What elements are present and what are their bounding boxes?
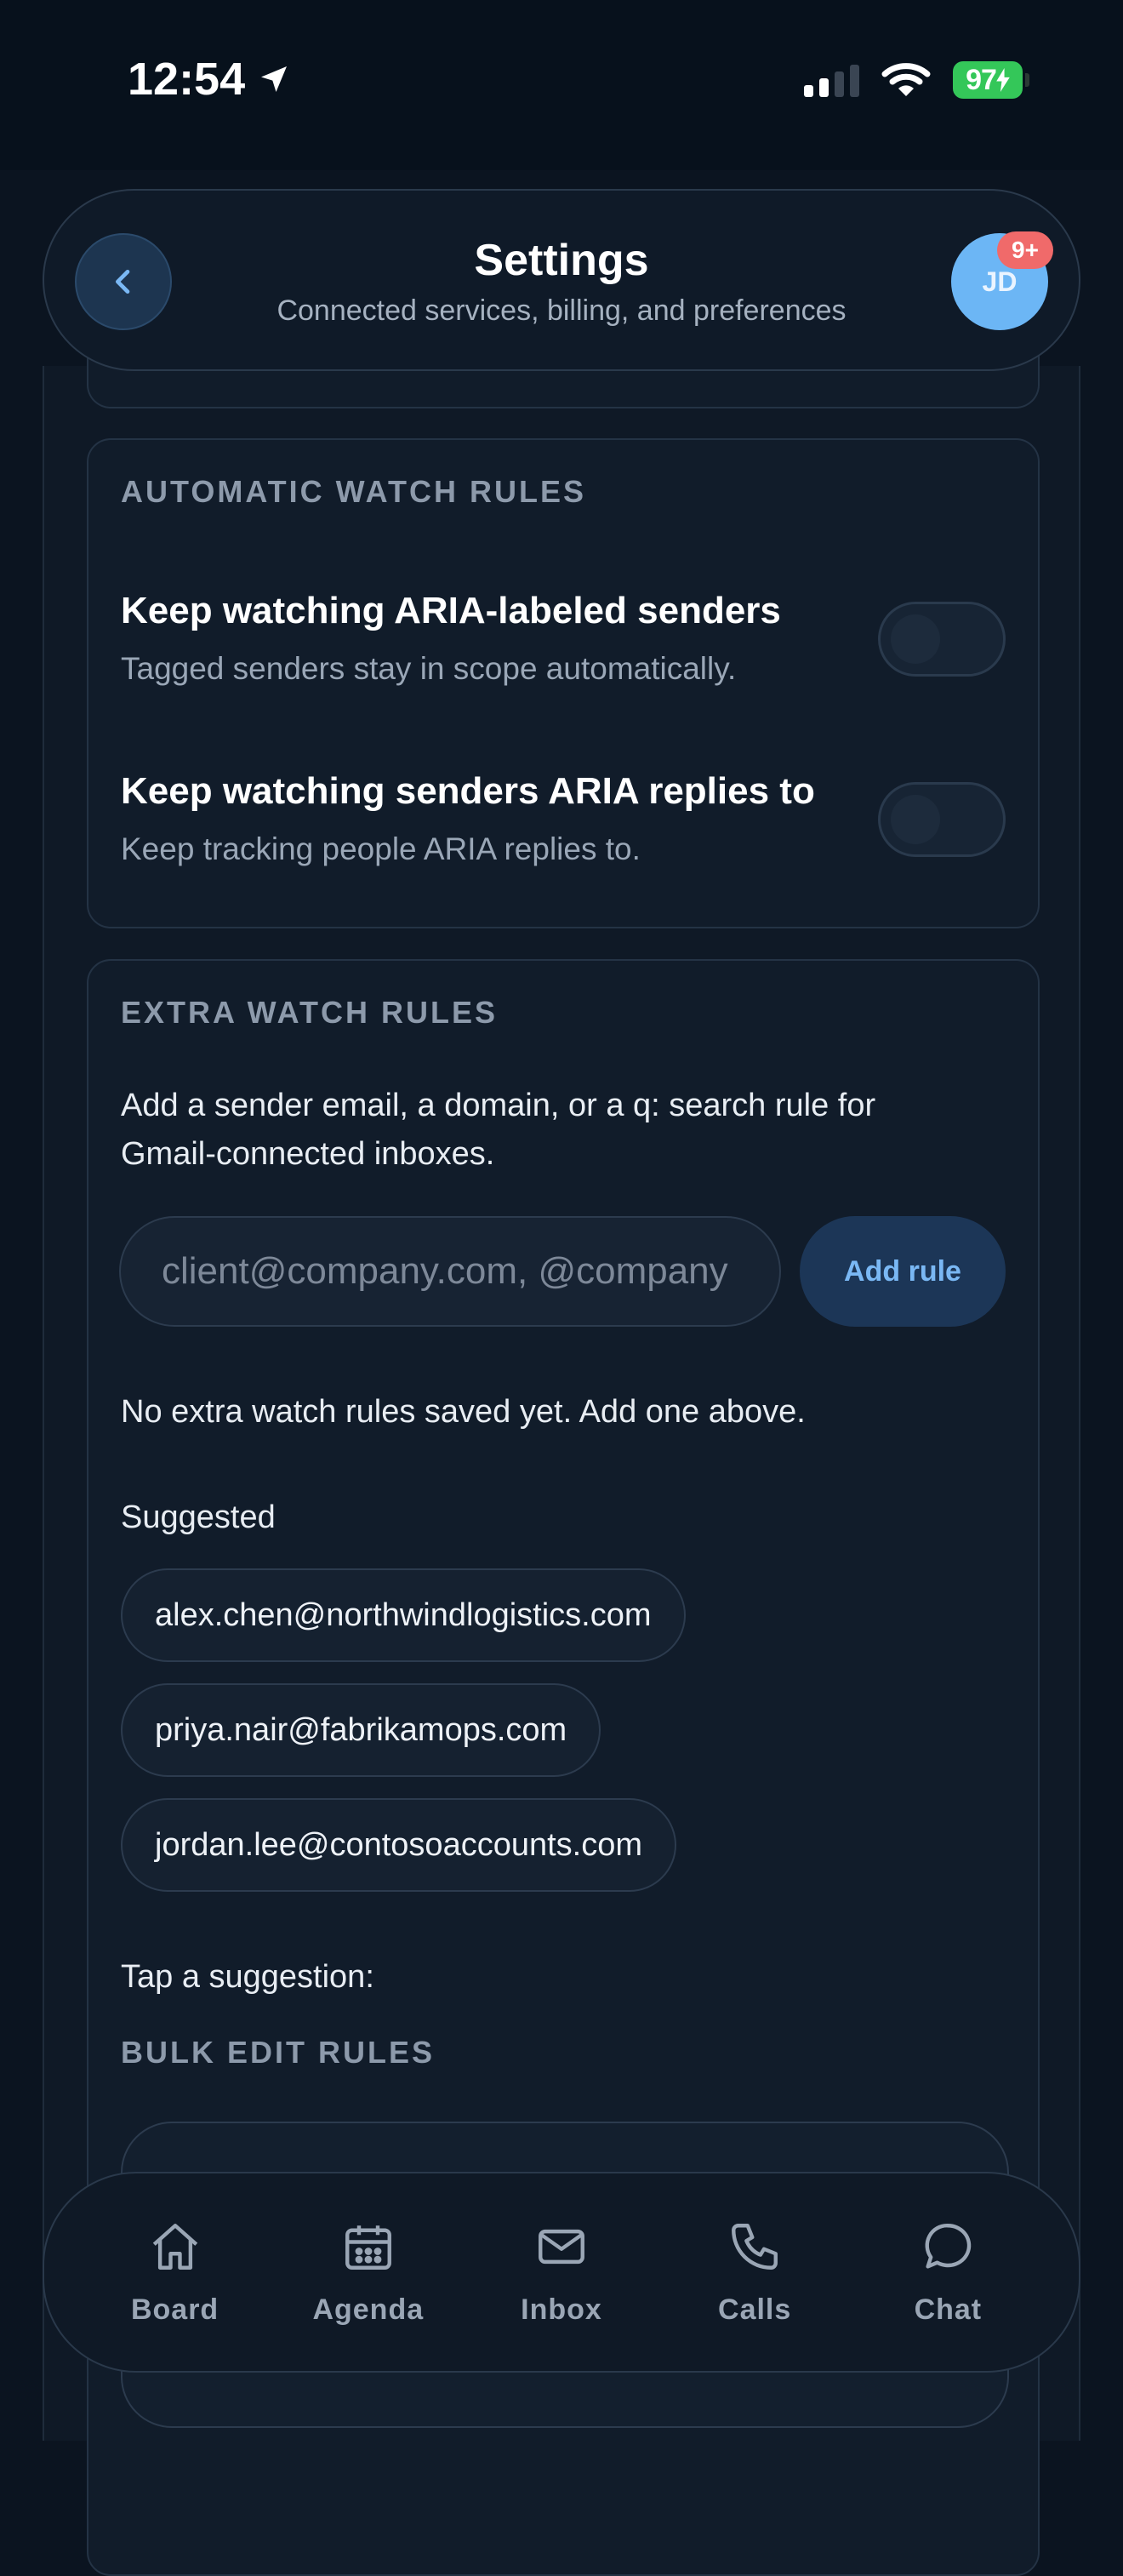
avatar-initials: JD xyxy=(982,266,1018,297)
home-icon xyxy=(147,2219,203,2275)
tap-suggestion-hint: Tap a suggestion: xyxy=(121,1959,374,1995)
add-rule-button[interactable]: Add rule xyxy=(800,1216,1006,1327)
mail-icon xyxy=(533,2219,590,2275)
nav-label: Board xyxy=(130,2293,219,2326)
battery-level: 97 xyxy=(966,63,997,96)
nav-item-agenda[interactable]: Agenda xyxy=(288,2219,449,2327)
bottom-nav: Board Agenda Inbox Calls Chat xyxy=(43,2172,1080,2373)
suggested-label: Suggested xyxy=(121,1499,276,1535)
bulk-edit-title: BULK EDIT RULES xyxy=(121,2035,435,2070)
section-title: AUTOMATIC WATCH RULES xyxy=(121,474,586,509)
aria-replies-senders-toggle[interactable] xyxy=(878,782,1006,857)
rule-title: Keep watching ARIA-labeled senders xyxy=(121,590,781,631)
extra-rules-description: Add a sender email, a domain, or a q: se… xyxy=(121,1088,876,1172)
rule-description: Tagged senders stay in scope automatical… xyxy=(121,651,737,686)
suggestion-chip[interactable]: jordan.lee@contosoaccounts.com xyxy=(121,1798,677,1892)
charging-bolt-icon xyxy=(996,68,1010,92)
suggestion-chip[interactable]: priya.nair@fabrikamops.com xyxy=(121,1683,601,1777)
empty-rules-message: No extra watch rules saved yet. Add one … xyxy=(121,1394,806,1430)
nav-label: Inbox xyxy=(521,2293,602,2326)
nav-label: Chat xyxy=(914,2293,983,2326)
watch-rule-input[interactable] xyxy=(119,1216,781,1327)
page-title: Settings xyxy=(474,236,649,285)
toggle-knob xyxy=(891,795,940,844)
rule-title: Keep watching senders ARIA replies to xyxy=(121,770,815,812)
avatar[interactable]: JD 9+ xyxy=(951,231,1053,330)
rule-description: Keep tracking people ARIA replies to. xyxy=(121,831,641,866)
status-bar: 12:54 97 xyxy=(0,0,1123,170)
suggestion-chip[interactable]: alex.chen@northwindlogistics.com xyxy=(121,1568,686,1662)
nav-label: Agenda xyxy=(312,2293,425,2326)
settings-header: Settings Connected services, billing, an… xyxy=(43,189,1080,371)
toggle-knob xyxy=(891,614,940,664)
calendar-icon xyxy=(340,2219,396,2275)
chat-bubble-icon xyxy=(920,2219,976,2275)
location-arrow-icon xyxy=(261,66,288,92)
nav-item-calls[interactable]: Calls xyxy=(674,2219,835,2327)
status-time-text: 12:54 xyxy=(128,54,246,105)
automatic-watch-rules-card: AUTOMATIC WATCH RULES Keep watching ARIA… xyxy=(87,438,1040,928)
status-indicators: 97 xyxy=(804,61,1029,99)
page-subtitle: Connected services, billing, and prefere… xyxy=(276,294,847,327)
aria-labeled-senders-toggle[interactable] xyxy=(878,602,1006,677)
nav-item-inbox[interactable]: Inbox xyxy=(481,2219,642,2327)
notification-badge: 9+ xyxy=(997,231,1053,269)
nav-item-chat[interactable]: Chat xyxy=(867,2219,1029,2327)
battery-indicator: 97 xyxy=(953,61,1029,99)
nav-item-board[interactable]: Board xyxy=(94,2219,256,2327)
section-title: EXTRA WATCH RULES xyxy=(121,995,498,1030)
nav-label: Calls xyxy=(718,2293,792,2326)
wifi-icon xyxy=(881,63,931,96)
settings-scroll-area[interactable]: AUTOMATIC WATCH RULES Keep watching ARIA… xyxy=(43,323,1080,2576)
cellular-signal-icon xyxy=(804,63,859,97)
status-time: 12:54 xyxy=(128,53,291,106)
phone-icon xyxy=(727,2219,783,2275)
